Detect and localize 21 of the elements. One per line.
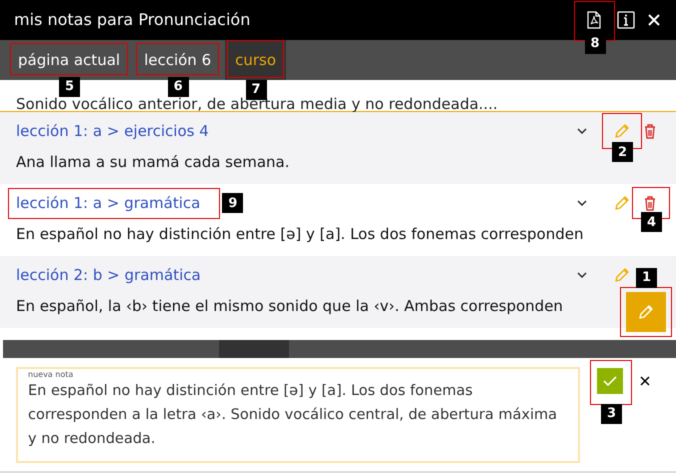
note-text: Ana llama a su mamá cada semana. — [16, 152, 290, 172]
tab[interactable]: curso — [225, 40, 286, 80]
callout-number: 7 — [246, 80, 267, 100]
note-path-link[interactable]: lección 1: a > gramática — [16, 192, 200, 214]
note-path-link[interactable]: lección 2: b > gramática — [16, 264, 201, 286]
window-title: mis notas para Pronunciación — [14, 9, 250, 31]
callout-number: 3 — [601, 404, 622, 424]
callout-number: 6 — [168, 77, 189, 97]
callout-number: 2 — [612, 142, 633, 162]
tab[interactable]: lección 6 — [134, 43, 222, 77]
callout-number: 8 — [584, 34, 606, 54]
note-text: En español, la ‹b› tiene el mismo sonido que la ‹v›. Ambas corresponden — [16, 296, 563, 316]
note-path-link[interactable]: lección 1: a > ejercicios 4 — [16, 120, 209, 142]
note-input-field[interactable]: nueva nota En español no hay distinción entre [ə] y [a]. Los dos fonemas corresponden a la letra ‹a›. Sonido vocálico central, de abertura máxima y no redondeada. — [16, 367, 580, 463]
callout-number: 1 — [636, 268, 657, 288]
tab[interactable]: página actual — [8, 43, 130, 77]
callout-number: 9 — [222, 193, 244, 214]
callout-number: 4 — [641, 212, 662, 232]
callout-number: 5 — [59, 77, 80, 97]
note-text: En español no hay distinción entre [ə] y [a]. Los dos fonemas corresponden — [16, 224, 584, 244]
field-label: nueva nota — [28, 371, 74, 379]
